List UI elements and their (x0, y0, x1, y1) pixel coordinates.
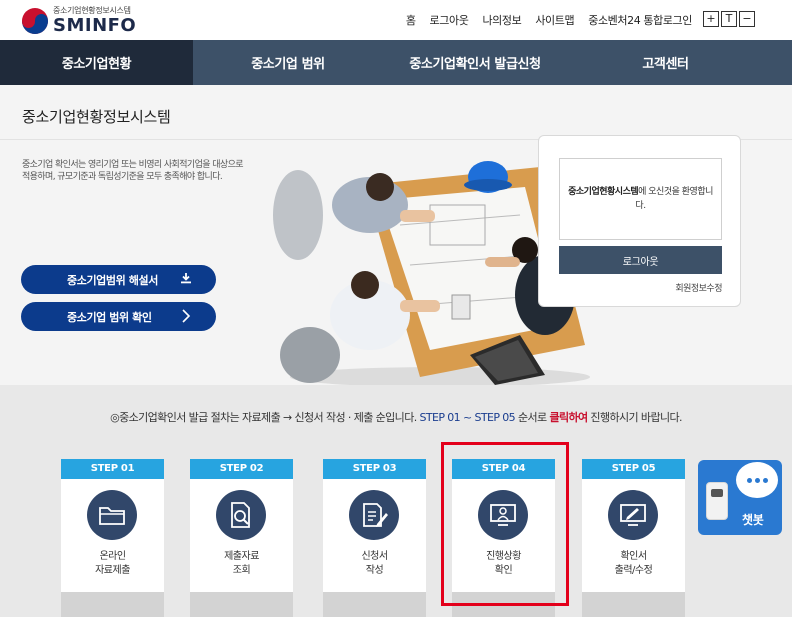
step-04-highlight-box (441, 442, 569, 606)
step-base (323, 592, 426, 617)
font-reset-button[interactable]: T (721, 11, 737, 27)
folder-icon (87, 490, 137, 540)
step-label-line2: 작성 (365, 565, 384, 576)
welcome-text: 에 오신것을 환영합니다. (635, 187, 713, 211)
guide-part-3: 순서로 (515, 411, 550, 424)
scope-check-button[interactable]: 중소기업 범위 확인 (21, 302, 216, 331)
download-icon (181, 273, 191, 284)
font-size-controls: + T − (703, 11, 755, 27)
my-info-link[interactable]: 나의정보 (482, 12, 521, 28)
chatbot-label: 챗봇 (742, 513, 764, 527)
nav-customer-center[interactable]: 고객센터 (567, 40, 764, 85)
welcome-message: 중소기업현황시스템에 오신것을 환영합니다. (559, 158, 722, 240)
procedure-guide-text: ◎중소기업확인서 발급 절차는 자료제출 → 신청서 작성 · 제출 순입니다.… (0, 409, 792, 425)
document-search-icon (216, 490, 266, 540)
step-label-line2: 자료제출 (95, 565, 130, 576)
step-base (582, 592, 685, 617)
step-label-line2: 조회 (232, 565, 251, 576)
home-link[interactable]: 홈 (406, 12, 416, 28)
guide-click-emphasis: 클릭하여 (549, 411, 588, 424)
step-label: 신청서 작성 (323, 550, 426, 578)
guide-part-5: 진행하시기 바랍니다. (587, 411, 682, 424)
integrated-login-link[interactable]: 중소벤처24 통합로그인 (588, 12, 692, 28)
step-label-line1: 온라인 (99, 551, 126, 562)
step-label-line1: 제출자료 (224, 551, 259, 562)
step-03-application-write[interactable]: STEP 03 신청서 작성 (323, 459, 426, 617)
robot-icon (706, 482, 728, 520)
step-header: STEP 02 (190, 459, 293, 479)
chat-bubble-icon (734, 460, 780, 500)
logout-button[interactable]: 로그아웃 (559, 246, 722, 274)
hero-description: 중소기업 확인서는 영리기업 또는 비영리 사회적기업을 대상으로 적용하며, … (22, 160, 244, 182)
step-header: STEP 03 (323, 459, 426, 479)
site-logo[interactable]: 중소기업현황정보시스템 SMINFO (22, 5, 136, 37)
step-label: 온라인 자료제출 (61, 550, 164, 578)
steps-section: ◎중소기업확인서 발급 절차는 자료제출 → 신청서 작성 · 제출 순입니다.… (0, 385, 792, 617)
scope-guide-label: 중소기업범위 해설서 (67, 273, 158, 287)
font-decrease-button[interactable]: − (739, 11, 755, 27)
step-header: STEP 05 (582, 459, 685, 479)
member-edit-link[interactable]: 회원정보수정 (675, 281, 722, 294)
chevron-right-icon (182, 309, 191, 323)
guide-part-1: ◎중소기업확인서 발급 절차는 자료제출 → 신청서 작성 · 제출 순입니다. (110, 411, 417, 424)
document-edit-icon (349, 490, 399, 540)
hero-section: 중소기업현황정보시스템 중소기업 확인서는 영리기업 또는 비영리 사회적기업을… (0, 85, 792, 385)
top-bar: 중소기업현황정보시스템 SMINFO 홈 로그아웃 나의정보 사이트맵 중소벤처… (0, 0, 792, 40)
step-label-line1: 신청서 (361, 551, 388, 562)
font-increase-button[interactable]: + (703, 11, 719, 27)
utility-links: 홈 로그아웃 나의정보 사이트맵 중소벤처24 통합로그인 (406, 12, 693, 28)
step-label: 확인서 출력/수정 (582, 550, 685, 578)
taeguk-logo-icon (22, 8, 48, 34)
step-label: 제출자료 조회 (190, 550, 293, 578)
guide-step-range: STEP 01 ~ STEP 05 (416, 411, 516, 424)
chatbot-button[interactable]: 챗봇 (698, 460, 782, 535)
main-nav: 중소기업현황 중소기업 범위 중소기업확인서 발급신청 고객센터 (0, 40, 792, 85)
nav-certificate-apply[interactable]: 중소기업확인서 발급신청 (383, 40, 567, 85)
scope-check-label: 중소기업 범위 확인 (67, 310, 152, 324)
step-label-line1: 확인서 (620, 551, 647, 562)
welcome-panel: 중소기업현황시스템에 오신것을 환영합니다. 로그아웃 회원정보수정 (538, 135, 741, 307)
step-01-online-submission[interactable]: STEP 01 온라인 자료제출 (61, 459, 164, 617)
nav-sme-scope[interactable]: 중소기업 범위 (193, 40, 383, 85)
monitor-edit-icon (608, 490, 658, 540)
step-base (190, 592, 293, 617)
sitemap-link[interactable]: 사이트맵 (535, 12, 574, 28)
step-05-certificate-print-edit[interactable]: STEP 05 확인서 출력/수정 (582, 459, 685, 617)
logo-title: SMINFO (53, 15, 137, 36)
step-02-submitted-data-lookup[interactable]: STEP 02 제출자료 조회 (190, 459, 293, 617)
step-header: STEP 01 (61, 459, 164, 479)
logout-link[interactable]: 로그아웃 (430, 12, 469, 28)
logo-subtitle: 중소기업현황정보시스템 (53, 6, 131, 15)
step-base (61, 592, 164, 617)
page-title: 중소기업현황정보시스템 (22, 108, 171, 126)
scope-guide-download-button[interactable]: 중소기업범위 해설서 (21, 265, 216, 294)
nav-sme-status[interactable]: 중소기업현황 (0, 40, 193, 85)
step-label-line2: 출력/수정 (614, 565, 653, 576)
welcome-system-name: 중소기업현황시스템 (568, 187, 639, 197)
